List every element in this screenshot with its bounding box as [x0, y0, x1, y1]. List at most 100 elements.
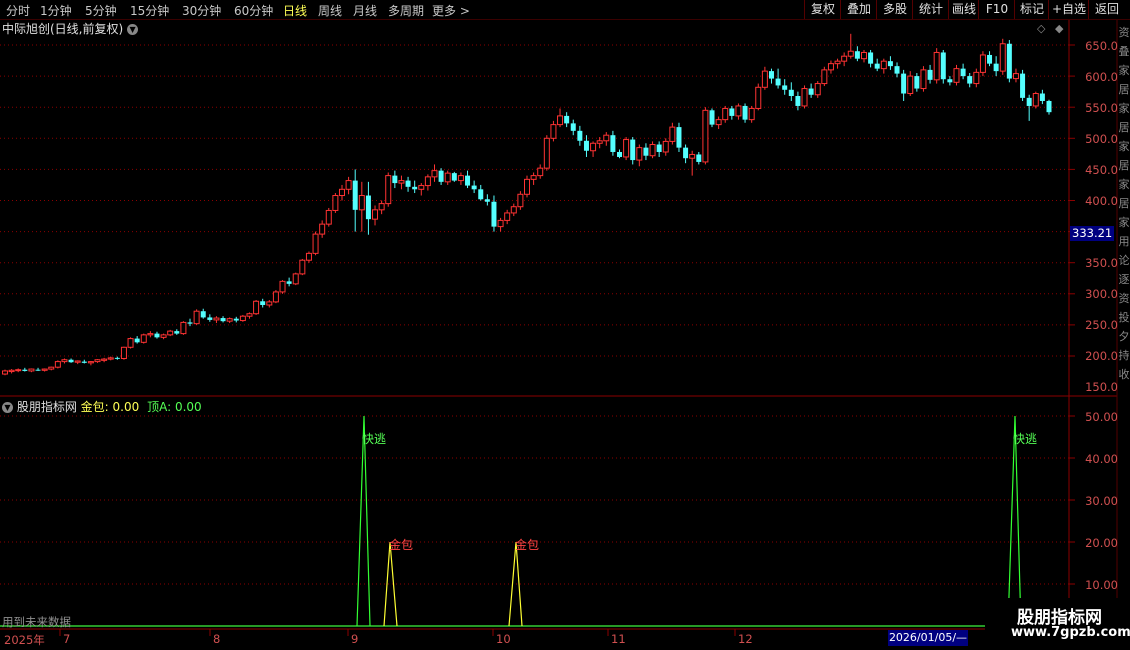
candle-body — [87, 361, 94, 364]
candle-body — [372, 209, 379, 220]
candle-body — [689, 153, 696, 159]
candle-body — [715, 119, 722, 126]
candle-body — [345, 180, 352, 190]
candle-body — [15, 369, 22, 372]
candle-body — [537, 167, 544, 177]
main-chart-title: 中际旭创(日线,前复权) ▼ — [2, 20, 139, 37]
candle-body — [979, 54, 986, 73]
candle-body — [418, 185, 425, 190]
y-axis-label: 650.0 — [1085, 39, 1118, 53]
candle-body — [808, 88, 814, 95]
candle-body — [577, 130, 583, 141]
kline-chart — [0, 20, 1130, 636]
jinbao-label: 金包: — [80, 400, 109, 414]
y-axis-label: 500.0 — [1085, 132, 1118, 146]
candle-body — [266, 301, 273, 306]
chevron-down-icon[interactable]: ▼ — [127, 24, 139, 35]
candle-body — [643, 147, 649, 156]
candle-body — [768, 71, 774, 79]
candle-body — [510, 206, 517, 214]
ind-y-axis-label: 40.00 — [1085, 452, 1118, 466]
date-label-month: 8 — [213, 632, 221, 646]
sidebar-char: 家 — [1118, 140, 1130, 153]
ding-value: 0.00 — [174, 400, 202, 414]
candle-body — [154, 333, 160, 338]
ding-label: 顶A: — [147, 400, 172, 414]
candle-body — [524, 178, 530, 195]
candle-body — [200, 311, 206, 318]
candle-body — [338, 188, 345, 197]
date-label-month: 7 — [63, 632, 71, 646]
candle-body — [887, 61, 893, 67]
candle-body — [457, 175, 464, 182]
diamond-icon[interactable]: ◇ — [1037, 22, 1045, 35]
candle-body — [134, 338, 140, 343]
signal-gold-1: 金包 — [389, 538, 414, 552]
ind-y-axis-label: 50.00 — [1085, 410, 1118, 424]
candle-body — [821, 69, 828, 85]
candle-body — [246, 313, 253, 317]
sidebar-char: 居 — [1118, 159, 1130, 172]
candle-body — [550, 124, 557, 139]
candle-body — [48, 366, 55, 370]
chevron-down-icon[interactable]: ▼ — [2, 402, 13, 413]
candle-body — [847, 50, 854, 57]
candle-body — [305, 252, 312, 261]
sidebar-char: 夕 — [1118, 330, 1130, 343]
sidebar-char: 家 — [1118, 64, 1130, 77]
candle-body — [484, 199, 490, 202]
candle-body — [1032, 93, 1039, 107]
candle-body — [775, 78, 781, 86]
date-label-month: 12 — [738, 632, 753, 646]
candle-body — [960, 68, 966, 77]
candle-body — [332, 195, 339, 211]
candle-body — [530, 175, 537, 180]
candle-body — [617, 151, 623, 157]
candle-body — [94, 359, 101, 363]
candle-body — [696, 154, 702, 162]
candle-body — [2, 370, 8, 375]
candle-body — [880, 60, 887, 70]
signal-fast-exit-1: 快逃 — [362, 432, 387, 446]
candle-body — [1020, 73, 1026, 98]
candle-body — [8, 369, 15, 373]
y-axis-label: 200.0 — [1085, 349, 1118, 363]
candle-body — [933, 51, 940, 81]
current-price-tag: 333.21 — [1070, 226, 1114, 241]
candle-body — [801, 88, 808, 107]
candle-body — [1046, 100, 1052, 113]
sidebar-char: 家 — [1118, 216, 1130, 229]
gold-peak — [383, 541, 398, 627]
candle-body — [702, 109, 709, 163]
candle-body — [860, 51, 867, 60]
candle-body — [854, 51, 860, 59]
diamond-filled-icon[interactable]: ◆ — [1055, 22, 1063, 35]
candle-body — [451, 173, 457, 181]
candle-body — [385, 175, 392, 205]
candle-body — [920, 69, 927, 90]
candle-body — [564, 115, 570, 124]
candle-body — [35, 369, 41, 371]
date-label-month: 10 — [496, 632, 511, 646]
candle-body — [22, 369, 28, 371]
candle-body — [795, 96, 801, 106]
candle-body — [834, 60, 841, 65]
candle-body — [127, 338, 134, 348]
date-label-year: 2025年 — [4, 633, 45, 647]
candle-body — [782, 85, 788, 90]
candle-body — [676, 127, 682, 148]
candle-body — [398, 180, 405, 184]
candle-body — [742, 105, 748, 120]
candle-body — [656, 144, 662, 152]
candle-body — [471, 185, 477, 190]
candle-body — [68, 359, 74, 363]
candle-body — [233, 318, 239, 321]
candle-body — [649, 144, 656, 157]
candle-body — [167, 330, 174, 336]
watermark-url: www.7gpzb.com — [1011, 625, 1130, 640]
sidebar-char: 家 — [1118, 102, 1130, 115]
candle-body — [292, 273, 299, 285]
candle-body — [352, 180, 358, 210]
sidebar-char: 资 — [1118, 26, 1130, 39]
ind-y-axis-label: 20.00 — [1085, 536, 1118, 550]
